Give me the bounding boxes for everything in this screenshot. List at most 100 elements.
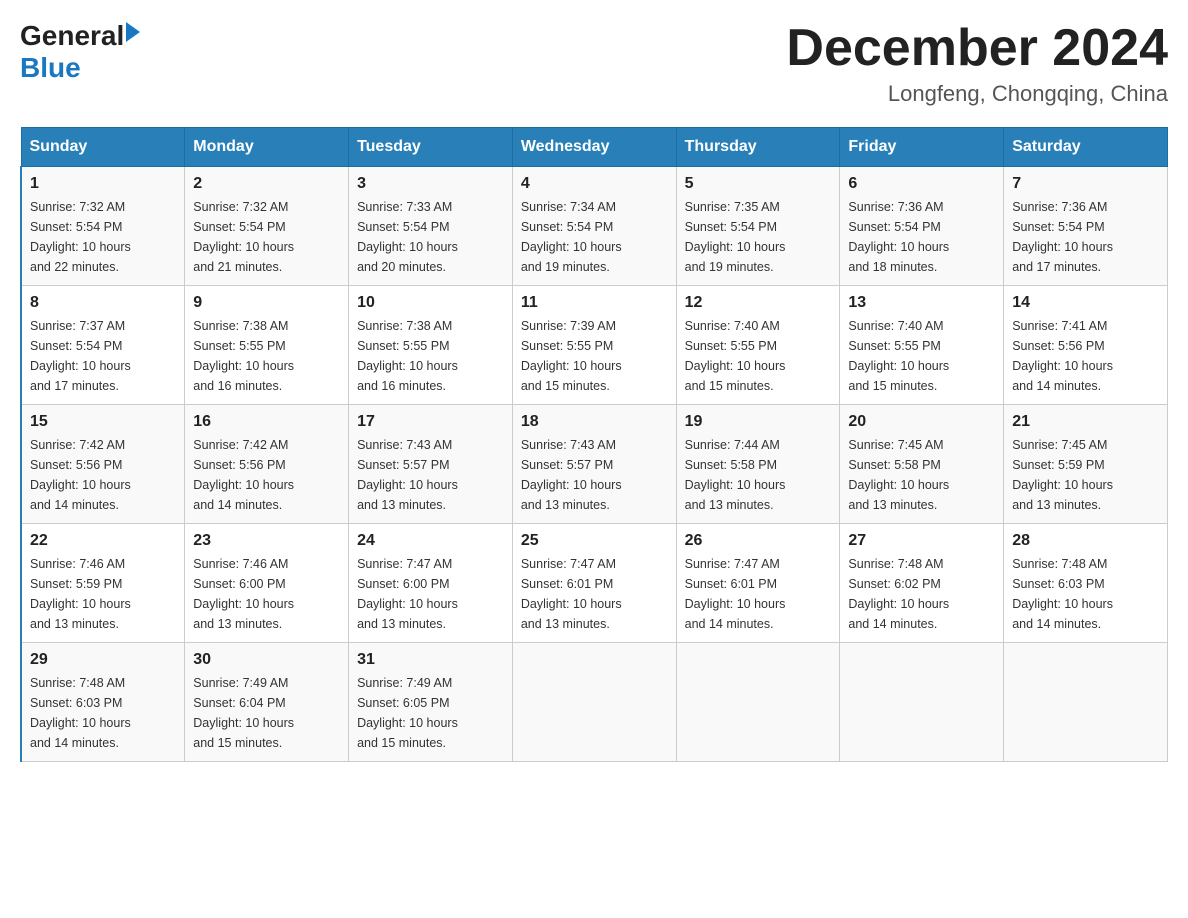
day-number: 5 [685, 175, 832, 193]
calendar-day-cell: 15 Sunrise: 7:42 AM Sunset: 5:56 PM Dayl… [21, 405, 185, 524]
page-header: General Blue December 2024 Longfeng, Cho… [20, 20, 1168, 107]
calendar-day-cell: 29 Sunrise: 7:48 AM Sunset: 6:03 PM Dayl… [21, 643, 185, 762]
day-info: Sunrise: 7:49 AM Sunset: 6:04 PM Dayligh… [193, 673, 340, 753]
calendar-day-cell: 23 Sunrise: 7:46 AM Sunset: 6:00 PM Dayl… [185, 524, 349, 643]
calendar-day-cell: 12 Sunrise: 7:40 AM Sunset: 5:55 PM Dayl… [676, 286, 840, 405]
calendar-day-cell: 1 Sunrise: 7:32 AM Sunset: 5:54 PM Dayli… [21, 167, 185, 286]
day-number: 3 [357, 175, 504, 193]
calendar-day-cell: 9 Sunrise: 7:38 AM Sunset: 5:55 PM Dayli… [185, 286, 349, 405]
day-number: 21 [1012, 413, 1159, 431]
calendar-day-cell: 24 Sunrise: 7:47 AM Sunset: 6:00 PM Dayl… [349, 524, 513, 643]
calendar-week-row: 1 Sunrise: 7:32 AM Sunset: 5:54 PM Dayli… [21, 167, 1168, 286]
day-number: 14 [1012, 294, 1159, 312]
day-number: 27 [848, 532, 995, 550]
day-info: Sunrise: 7:45 AM Sunset: 5:59 PM Dayligh… [1012, 435, 1159, 515]
calendar-week-row: 29 Sunrise: 7:48 AM Sunset: 6:03 PM Dayl… [21, 643, 1168, 762]
day-number: 23 [193, 532, 340, 550]
day-number: 8 [30, 294, 176, 312]
day-info: Sunrise: 7:47 AM Sunset: 6:01 PM Dayligh… [685, 554, 832, 634]
calendar-week-row: 22 Sunrise: 7:46 AM Sunset: 5:59 PM Dayl… [21, 524, 1168, 643]
day-number: 31 [357, 651, 504, 669]
day-info: Sunrise: 7:48 AM Sunset: 6:02 PM Dayligh… [848, 554, 995, 634]
calendar-day-cell: 3 Sunrise: 7:33 AM Sunset: 5:54 PM Dayli… [349, 167, 513, 286]
calendar-table: SundayMondayTuesdayWednesdayThursdayFrid… [20, 127, 1168, 762]
calendar-day-cell: 27 Sunrise: 7:48 AM Sunset: 6:02 PM Dayl… [840, 524, 1004, 643]
day-info: Sunrise: 7:33 AM Sunset: 5:54 PM Dayligh… [357, 197, 504, 277]
day-number: 24 [357, 532, 504, 550]
day-number: 17 [357, 413, 504, 431]
day-number: 28 [1012, 532, 1159, 550]
calendar-day-cell: 22 Sunrise: 7:46 AM Sunset: 5:59 PM Dayl… [21, 524, 185, 643]
day-info: Sunrise: 7:32 AM Sunset: 5:54 PM Dayligh… [30, 197, 176, 277]
calendar-day-cell: 30 Sunrise: 7:49 AM Sunset: 6:04 PM Dayl… [185, 643, 349, 762]
day-number: 30 [193, 651, 340, 669]
day-info: Sunrise: 7:38 AM Sunset: 5:55 PM Dayligh… [357, 316, 504, 396]
location: Longfeng, Chongqing, China [786, 81, 1168, 107]
day-info: Sunrise: 7:43 AM Sunset: 5:57 PM Dayligh… [521, 435, 668, 515]
day-header-monday: Monday [185, 128, 349, 167]
calendar-day-cell: 31 Sunrise: 7:49 AM Sunset: 6:05 PM Dayl… [349, 643, 513, 762]
calendar-day-cell [676, 643, 840, 762]
calendar-week-row: 8 Sunrise: 7:37 AM Sunset: 5:54 PM Dayli… [21, 286, 1168, 405]
day-number: 7 [1012, 175, 1159, 193]
day-info: Sunrise: 7:36 AM Sunset: 5:54 PM Dayligh… [848, 197, 995, 277]
day-number: 16 [193, 413, 340, 431]
day-info: Sunrise: 7:40 AM Sunset: 5:55 PM Dayligh… [848, 316, 995, 396]
day-number: 18 [521, 413, 668, 431]
day-info: Sunrise: 7:42 AM Sunset: 5:56 PM Dayligh… [193, 435, 340, 515]
day-info: Sunrise: 7:39 AM Sunset: 5:55 PM Dayligh… [521, 316, 668, 396]
calendar-day-cell: 11 Sunrise: 7:39 AM Sunset: 5:55 PM Dayl… [512, 286, 676, 405]
calendar-day-cell: 26 Sunrise: 7:47 AM Sunset: 6:01 PM Dayl… [676, 524, 840, 643]
day-header-wednesday: Wednesday [512, 128, 676, 167]
day-info: Sunrise: 7:35 AM Sunset: 5:54 PM Dayligh… [685, 197, 832, 277]
day-info: Sunrise: 7:49 AM Sunset: 6:05 PM Dayligh… [357, 673, 504, 753]
day-info: Sunrise: 7:42 AM Sunset: 5:56 PM Dayligh… [30, 435, 176, 515]
calendar-day-cell: 5 Sunrise: 7:35 AM Sunset: 5:54 PM Dayli… [676, 167, 840, 286]
calendar-day-cell: 10 Sunrise: 7:38 AM Sunset: 5:55 PM Dayl… [349, 286, 513, 405]
calendar-day-cell: 21 Sunrise: 7:45 AM Sunset: 5:59 PM Dayl… [1004, 405, 1168, 524]
day-number: 9 [193, 294, 340, 312]
day-number: 26 [685, 532, 832, 550]
day-info: Sunrise: 7:41 AM Sunset: 5:56 PM Dayligh… [1012, 316, 1159, 396]
day-info: Sunrise: 7:46 AM Sunset: 6:00 PM Dayligh… [193, 554, 340, 634]
day-info: Sunrise: 7:34 AM Sunset: 5:54 PM Dayligh… [521, 197, 668, 277]
day-number: 25 [521, 532, 668, 550]
day-number: 1 [30, 175, 176, 193]
day-header-sunday: Sunday [21, 128, 185, 167]
day-info: Sunrise: 7:48 AM Sunset: 6:03 PM Dayligh… [30, 673, 176, 753]
day-info: Sunrise: 7:46 AM Sunset: 5:59 PM Dayligh… [30, 554, 176, 634]
day-info: Sunrise: 7:38 AM Sunset: 5:55 PM Dayligh… [193, 316, 340, 396]
day-header-saturday: Saturday [1004, 128, 1168, 167]
day-number: 15 [30, 413, 176, 431]
calendar-day-cell: 19 Sunrise: 7:44 AM Sunset: 5:58 PM Dayl… [676, 405, 840, 524]
day-number: 2 [193, 175, 340, 193]
day-number: 19 [685, 413, 832, 431]
calendar-day-cell [512, 643, 676, 762]
day-header-friday: Friday [840, 128, 1004, 167]
day-info: Sunrise: 7:40 AM Sunset: 5:55 PM Dayligh… [685, 316, 832, 396]
calendar-header-row: SundayMondayTuesdayWednesdayThursdayFrid… [21, 128, 1168, 167]
day-number: 13 [848, 294, 995, 312]
calendar-day-cell: 13 Sunrise: 7:40 AM Sunset: 5:55 PM Dayl… [840, 286, 1004, 405]
calendar-day-cell [1004, 643, 1168, 762]
month-title: December 2024 [786, 20, 1168, 77]
day-info: Sunrise: 7:47 AM Sunset: 6:01 PM Dayligh… [521, 554, 668, 634]
day-info: Sunrise: 7:43 AM Sunset: 5:57 PM Dayligh… [357, 435, 504, 515]
calendar-day-cell: 28 Sunrise: 7:48 AM Sunset: 6:03 PM Dayl… [1004, 524, 1168, 643]
day-info: Sunrise: 7:36 AM Sunset: 5:54 PM Dayligh… [1012, 197, 1159, 277]
logo-blue: Blue [20, 52, 140, 84]
day-number: 12 [685, 294, 832, 312]
logo: General Blue [20, 20, 140, 84]
day-info: Sunrise: 7:45 AM Sunset: 5:58 PM Dayligh… [848, 435, 995, 515]
day-number: 10 [357, 294, 504, 312]
calendar-day-cell: 25 Sunrise: 7:47 AM Sunset: 6:01 PM Dayl… [512, 524, 676, 643]
day-number: 11 [521, 294, 668, 312]
calendar-day-cell: 8 Sunrise: 7:37 AM Sunset: 5:54 PM Dayli… [21, 286, 185, 405]
logo-general: General [20, 20, 124, 52]
day-info: Sunrise: 7:44 AM Sunset: 5:58 PM Dayligh… [685, 435, 832, 515]
calendar-day-cell: 17 Sunrise: 7:43 AM Sunset: 5:57 PM Dayl… [349, 405, 513, 524]
day-info: Sunrise: 7:37 AM Sunset: 5:54 PM Dayligh… [30, 316, 176, 396]
day-number: 4 [521, 175, 668, 193]
day-number: 20 [848, 413, 995, 431]
day-header-thursday: Thursday [676, 128, 840, 167]
